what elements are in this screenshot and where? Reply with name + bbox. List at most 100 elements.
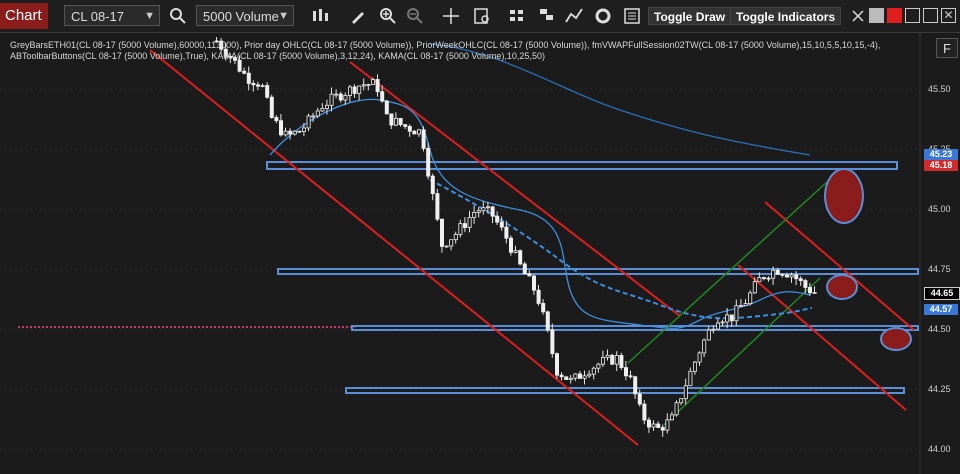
candle-body xyxy=(771,269,776,279)
candle-body xyxy=(384,100,389,115)
target-marker-small[interactable] xyxy=(880,327,912,351)
candle-body xyxy=(453,233,458,241)
candle-body xyxy=(435,193,440,220)
candle-body xyxy=(260,85,265,87)
candle-body xyxy=(490,206,495,217)
candle-body xyxy=(513,250,518,253)
resistance-zone[interactable] xyxy=(266,161,898,170)
candle-body xyxy=(656,423,661,428)
candle-body xyxy=(361,84,366,87)
candle-body xyxy=(504,226,509,239)
candle-body xyxy=(338,93,343,101)
candle-body xyxy=(619,355,624,368)
candle-body xyxy=(766,277,771,280)
candle-body xyxy=(421,129,426,149)
lower-support-zone[interactable] xyxy=(345,387,905,394)
candle-body xyxy=(582,375,587,379)
candle-body xyxy=(780,273,785,276)
candle-body xyxy=(683,385,688,400)
candle-body xyxy=(660,427,665,431)
candle-body xyxy=(628,375,633,378)
candle-body xyxy=(449,239,454,247)
candle-body xyxy=(278,120,283,136)
candle-body xyxy=(587,373,592,377)
candle-body xyxy=(679,398,684,404)
candle-body xyxy=(499,221,504,228)
candle-body xyxy=(591,367,596,375)
candle-body xyxy=(255,84,260,87)
candle-body xyxy=(729,314,734,322)
candle-body xyxy=(651,423,656,428)
candle-body xyxy=(352,86,357,94)
candle-body xyxy=(403,124,408,127)
candle-body xyxy=(624,367,629,377)
candle-body xyxy=(292,130,297,135)
up-channel-lower-line[interactable] xyxy=(663,277,821,426)
candle-body xyxy=(573,373,578,379)
candle-body xyxy=(789,274,794,278)
candle-body xyxy=(398,117,403,125)
target-marker-medium[interactable] xyxy=(826,274,858,300)
candle-body xyxy=(527,273,532,277)
candle-body xyxy=(301,127,306,132)
candle-body xyxy=(306,115,311,129)
pivot-zone[interactable] xyxy=(277,268,919,275)
candle-body xyxy=(610,354,615,365)
candle-body xyxy=(568,377,573,380)
y-axis-tick-label: 44.00 xyxy=(928,444,951,454)
price-chart[interactable] xyxy=(0,0,960,474)
candle-body xyxy=(430,175,435,194)
y-axis-tick-label: 45.00 xyxy=(928,204,951,214)
candle-body xyxy=(320,108,325,112)
candle-body xyxy=(642,403,647,421)
candle-body xyxy=(633,376,638,395)
candle-body xyxy=(508,237,513,253)
candle-body xyxy=(725,314,730,323)
candle-body xyxy=(532,275,537,291)
price-flag: 44.57 xyxy=(924,304,958,315)
target-marker-large[interactable] xyxy=(824,168,864,224)
candle-body xyxy=(412,130,417,135)
candle-body xyxy=(283,130,288,136)
up-channel-upper-line[interactable] xyxy=(627,171,839,364)
candle-body xyxy=(711,328,716,331)
candle-body xyxy=(785,274,790,278)
candle-body xyxy=(720,321,725,324)
candle-body xyxy=(522,263,527,275)
candle-body xyxy=(555,353,560,376)
candle-body xyxy=(426,148,431,177)
candle-body xyxy=(559,374,564,378)
channel-upper-line[interactable] xyxy=(349,61,681,317)
candle-body xyxy=(366,84,371,86)
candle-body xyxy=(752,281,757,294)
candle-body xyxy=(808,287,813,294)
candle-body xyxy=(578,373,583,379)
candle-body xyxy=(311,115,316,118)
indicator-legend-line-1: GreyBarsETH01(CL 08-17 (5000 Volume),600… xyxy=(10,40,881,50)
support-zone[interactable] xyxy=(351,325,919,331)
candle-body xyxy=(775,269,780,275)
candle-body xyxy=(564,376,569,380)
candle-body xyxy=(324,104,329,109)
candle-body xyxy=(536,289,541,304)
candle-body xyxy=(803,280,808,288)
candle-body xyxy=(518,250,523,265)
candle-body xyxy=(357,85,362,94)
candle-body xyxy=(444,245,449,248)
fullscreen-button[interactable]: F xyxy=(936,38,958,58)
candle-body xyxy=(812,292,817,294)
candle-body xyxy=(601,357,606,365)
candle-body xyxy=(647,419,652,428)
y-axis-tick-label: 44.25 xyxy=(928,384,951,394)
candle-body xyxy=(416,129,421,135)
candle-body xyxy=(315,110,320,117)
candle-body xyxy=(458,223,463,235)
candle-body xyxy=(467,217,472,228)
candle-body xyxy=(288,130,293,135)
channel-lower-line[interactable] xyxy=(149,49,639,446)
candle-body xyxy=(665,419,670,431)
candle-body xyxy=(269,96,274,118)
candle-body xyxy=(757,277,762,283)
candle-body xyxy=(246,72,251,84)
indicator-legend: GreyBarsETH01(CL 08-17 (5000 Volume),600… xyxy=(10,40,881,62)
